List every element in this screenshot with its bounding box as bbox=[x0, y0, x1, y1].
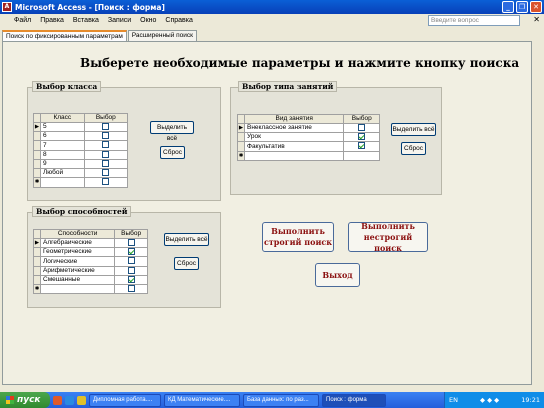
minimize-button[interactable]: _ bbox=[502, 1, 514, 13]
row-checkbox[interactable] bbox=[127, 257, 135, 265]
tray-icons: ◆ ◆ ◆ bbox=[480, 396, 500, 404]
ability-column-header: Способности bbox=[39, 229, 116, 239]
select-all-button[interactable]: Выделить всё bbox=[150, 121, 194, 142]
class-group-title: Выбор класса bbox=[32, 81, 102, 92]
title-bar: A Microsoft Access - [Поиск : форма] _ ❐… bbox=[0, 0, 544, 14]
menu-bar: Файл Правка Вставка Записи Окно Справка … bbox=[0, 14, 544, 27]
quicklaunch-icon[interactable] bbox=[53, 395, 62, 405]
table-row[interactable]: Факультатив bbox=[237, 141, 380, 152]
select-column-header: Выбор bbox=[343, 114, 380, 124]
windows-logo-icon bbox=[6, 396, 14, 404]
current-row-arrow-icon: ▶ bbox=[33, 121, 41, 133]
new-record-icon: ✱ bbox=[33, 177, 41, 188]
reset-button[interactable]: Сброс bbox=[401, 142, 426, 155]
taskbar-item[interactable]: База данных: по раз... bbox=[243, 393, 319, 407]
row-checkbox[interactable] bbox=[102, 178, 110, 186]
select-column-header: Выбор bbox=[114, 229, 148, 239]
quicklaunch-icon[interactable] bbox=[77, 395, 86, 405]
table-row[interactable]: 7 bbox=[33, 140, 129, 151]
new-record-icon: ✱ bbox=[237, 150, 245, 161]
new-record-icon: ✱ bbox=[33, 284, 41, 295]
loose-search-button[interactable]: Выполнить нестрогий поиск bbox=[348, 221, 428, 253]
select-all-button[interactable]: Выделить всё bbox=[391, 123, 436, 136]
taskbar-item[interactable]: Дипломная работа.... bbox=[89, 393, 161, 407]
tab-strip: Поиск по фиксированным параметрам Расшир… bbox=[2, 30, 198, 41]
new-record-row[interactable]: ✱ bbox=[237, 150, 380, 161]
menu-window[interactable]: Окно bbox=[140, 17, 156, 24]
form-close-icon[interactable]: ✕ bbox=[533, 15, 540, 24]
row-checkbox[interactable] bbox=[127, 275, 135, 283]
row-checkbox[interactable] bbox=[127, 239, 135, 246]
table-row[interactable]: Смешанные bbox=[33, 274, 148, 286]
table-row[interactable]: 8 bbox=[33, 149, 129, 160]
row-checkbox[interactable] bbox=[358, 142, 366, 150]
row-checkbox[interactable] bbox=[358, 133, 366, 141]
table-row[interactable]: Урок bbox=[237, 132, 380, 143]
language-indicator[interactable]: EN bbox=[449, 396, 458, 404]
class-table: Класс Выбор ▶ 5 6 7 8 9 Любой ✱ bbox=[33, 113, 129, 188]
table-row[interactable]: ▶ Алгебраические bbox=[33, 237, 148, 249]
help-question-input[interactable]: Введите вопрос bbox=[428, 15, 520, 26]
access-app-icon: A bbox=[2, 2, 12, 12]
reset-button[interactable]: Сброс bbox=[160, 146, 185, 159]
taskbar-item[interactable]: КД Математические.... bbox=[164, 393, 240, 407]
form-heading: Выберете необходимые параметры и нажмите… bbox=[80, 56, 520, 70]
table-row[interactable]: 6 bbox=[33, 131, 129, 142]
ability-table: Способности Выбор ▶ Алгебраические Геометр… bbox=[33, 229, 148, 295]
class-column-header: Класс bbox=[40, 113, 85, 123]
row-checkbox[interactable] bbox=[127, 248, 135, 256]
row-checkbox[interactable] bbox=[358, 124, 366, 131]
row-checkbox[interactable] bbox=[102, 132, 110, 140]
reset-button[interactable]: Сброс bbox=[174, 257, 199, 270]
row-checkbox[interactable] bbox=[127, 266, 135, 274]
tab-fixed-search[interactable]: Поиск по фиксированным параметрам bbox=[2, 30, 127, 41]
menu-help[interactable]: Справка bbox=[165, 17, 192, 24]
clock: 19:21 bbox=[521, 396, 540, 404]
restore-button[interactable]: ❐ bbox=[516, 1, 528, 13]
new-record-row[interactable]: ✱ bbox=[33, 177, 129, 188]
table-row[interactable]: ▶ Внеклассное занятие bbox=[237, 122, 380, 134]
menu-edit[interactable]: Правка bbox=[40, 17, 64, 24]
row-checkbox[interactable] bbox=[102, 150, 110, 158]
system-tray: EN ◆ ◆ ◆ 19:21 bbox=[444, 392, 544, 408]
activity-group-title: Выбор типа занятий bbox=[238, 81, 338, 92]
row-checkbox[interactable] bbox=[127, 285, 135, 293]
menu-records[interactable]: Записи bbox=[108, 17, 131, 24]
taskbar: пуск Дипломная работа.... КД Математичес… bbox=[0, 392, 544, 408]
row-checkbox[interactable] bbox=[102, 123, 110, 130]
strict-search-button[interactable]: Выполнить строгий поиск bbox=[262, 222, 334, 252]
activity-table: Вид занятия Выбор ▶ Внеклассное занятие Ур… bbox=[237, 114, 380, 161]
start-button[interactable]: пуск bbox=[0, 392, 50, 408]
menu-insert[interactable]: Вставка bbox=[73, 17, 99, 24]
current-row-arrow-icon: ▶ bbox=[237, 122, 245, 134]
activity-type-column-header: Вид занятия bbox=[243, 114, 345, 124]
table-row[interactable]: 9 bbox=[33, 158, 129, 170]
vertical-scrollbar[interactable] bbox=[532, 27, 544, 385]
menu-file[interactable]: Файл bbox=[14, 17, 31, 24]
start-label: пуск bbox=[17, 395, 41, 405]
exit-button[interactable]: Выход bbox=[315, 263, 360, 287]
window-title: Microsoft Access - [Поиск : форма] bbox=[15, 2, 165, 12]
row-checkbox[interactable] bbox=[102, 169, 110, 177]
ability-group-title: Выбор способностей bbox=[32, 206, 132, 217]
close-button[interactable]: ✕ bbox=[530, 1, 542, 13]
table-row[interactable]: Арифметические bbox=[33, 265, 148, 276]
quicklaunch-icon[interactable] bbox=[65, 395, 74, 405]
select-all-button[interactable]: Выделить всё bbox=[164, 233, 209, 246]
row-checkbox[interactable] bbox=[102, 159, 110, 167]
tab-advanced-search[interactable]: Расширенный поиск bbox=[127, 30, 198, 41]
select-column-header: Выбор bbox=[83, 113, 129, 123]
taskbar-item[interactable]: Поиск : форма bbox=[322, 393, 386, 407]
current-row-arrow-icon: ▶ bbox=[33, 237, 41, 249]
row-checkbox[interactable] bbox=[102, 141, 110, 149]
table-row[interactable]: Геометрические bbox=[33, 247, 148, 258]
table-row[interactable]: Любой bbox=[33, 168, 129, 179]
table-row[interactable]: Логические bbox=[33, 256, 148, 267]
table-row[interactable]: ▶ 5 bbox=[33, 121, 129, 133]
new-record-row[interactable]: ✱ bbox=[33, 284, 148, 295]
